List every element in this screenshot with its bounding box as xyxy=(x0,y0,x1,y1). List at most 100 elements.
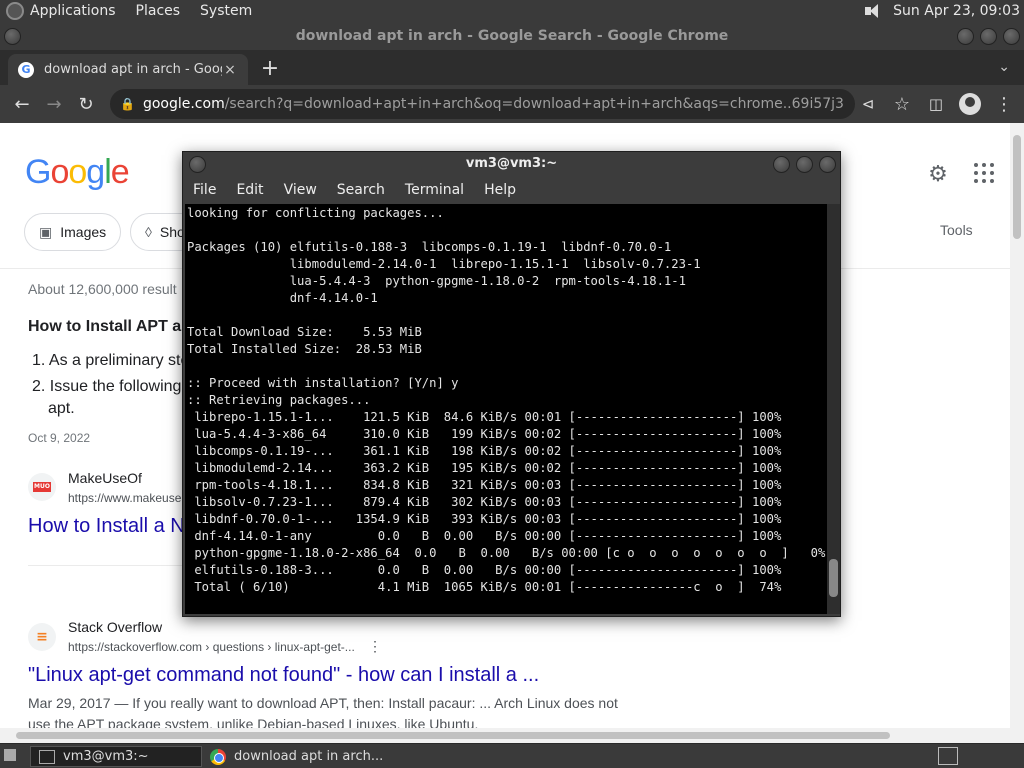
stackoverflow-favicon-icon: ≡ xyxy=(28,623,56,651)
terminal-menu-search[interactable]: Search xyxy=(327,182,395,198)
terminal-titlebar[interactable]: vm3@vm3:~ xyxy=(183,152,840,176)
bookmark-star-icon[interactable]: ☆ xyxy=(886,88,918,120)
terminal-line: librepo-1.15.1-1... 121.5 KiB 84.6 KiB/s… xyxy=(187,410,782,424)
window-menu-button[interactable] xyxy=(4,28,21,45)
terminal-scrollbar[interactable] xyxy=(827,204,840,614)
top-panel: Applications Places System Sun Apr 23, 0… xyxy=(0,0,1024,22)
featured-snippet-title: How to Install APT and xyxy=(28,318,201,335)
tab-close-icon[interactable]: × xyxy=(222,62,238,78)
terminal-line: elfutils-0.188-3... 0.0 B 0.00 B/s 00:00… xyxy=(187,563,782,577)
chrome-menu-icon[interactable]: ⋮ xyxy=(988,88,1020,120)
result-url[interactable]: https://www.makeuse xyxy=(68,491,181,505)
back-arrow-icon[interactable]: ← xyxy=(6,88,38,120)
url-host: google.com xyxy=(142,96,225,112)
terminal-line: python-gpgme-1.18.0-2-x86_64 0.0 B 0.00 … xyxy=(187,546,826,560)
chrome-window-title: download apt in arch - Google Search - G… xyxy=(295,28,729,44)
tab-google-search[interactable]: G download apt in arch - Google × xyxy=(8,54,248,85)
terminal-line: lua-5.4.4-3-x86_64 310.0 KiB 199 KiB/s 0… xyxy=(187,427,782,441)
forward-arrow-icon[interactable]: → xyxy=(38,88,70,120)
terminal-line: dnf-4.14.0-1 xyxy=(187,291,378,305)
google-favicon-icon: G xyxy=(18,61,34,78)
volume-icon[interactable] xyxy=(863,3,883,19)
terminal-app-icon xyxy=(39,749,55,764)
terminal-menu-view[interactable]: View xyxy=(274,182,327,198)
minimize-button[interactable] xyxy=(957,28,974,45)
result-title-link[interactable]: How to Install a N xyxy=(28,515,185,538)
snippet-step-1: 1. As a preliminary ste xyxy=(32,352,190,369)
result-snippet-line-1: Mar 29, 2017 — If you really want to dow… xyxy=(28,695,618,711)
taskbar-item-label: vm3@vm3:~ xyxy=(63,749,149,764)
terminal-menubar: File Edit View Search Terminal Help xyxy=(183,178,840,202)
clock[interactable]: Sun Apr 23, 09:03 xyxy=(893,3,1020,19)
side-panel-icon[interactable]: ◫ xyxy=(920,88,952,120)
terminal-line: :: Retrieving packages... xyxy=(187,393,371,407)
terminal-line: looking for conflicting packages... xyxy=(187,206,444,220)
terminal-window[interactable]: vm3@vm3:~ File Edit View Search Terminal… xyxy=(182,151,841,617)
profile-avatar-icon[interactable] xyxy=(959,93,981,115)
tab-bar: G download apt in arch - Google × + ⌄ xyxy=(0,50,1024,85)
system-menu[interactable]: System xyxy=(200,3,252,19)
terminal-menu-edit[interactable]: Edit xyxy=(226,182,273,198)
show-desktop-icon[interactable] xyxy=(4,749,16,761)
terminal-menu-help[interactable]: Help xyxy=(474,182,526,198)
terminal-menu-terminal[interactable]: Terminal xyxy=(395,182,474,198)
url-path: /search?q=download+apt+in+arch&oq=downlo… xyxy=(224,96,845,112)
address-bar[interactable]: 🔒 google.com /search?q=download+apt+in+a… xyxy=(110,89,855,119)
taskbar-item-terminal[interactable]: vm3@vm3:~ xyxy=(30,746,202,767)
terminal-maximize-button[interactable] xyxy=(796,156,813,173)
terminal-line: :: Proceed with installation? [Y/n] y xyxy=(187,376,459,390)
page-horizontal-scrollbar[interactable] xyxy=(0,728,1010,743)
terminal-title: vm3@vm3:~ xyxy=(465,156,558,171)
bottom-taskbar: vm3@vm3:~ download apt in arch... xyxy=(0,743,1024,768)
chip-label: Images xyxy=(60,224,107,240)
google-logo[interactable]: Google xyxy=(25,153,130,192)
new-tab-button[interactable]: + xyxy=(258,56,282,81)
terminal-line: libcomps-0.1.19-... 361.1 KiB 198 KiB/s … xyxy=(187,444,782,458)
terminal-line: libdnf-0.70.0-1-... 1354.9 KiB 393 KiB/s… xyxy=(187,512,782,526)
result-url[interactable]: https://stackoverflow.com › questions › … xyxy=(68,640,355,654)
browser-toolbar: ← → ↻ 🔒 google.com /search?q=download+ap… xyxy=(0,85,1024,123)
makeuseof-favicon-icon: MUO xyxy=(28,473,56,501)
terminal-line: Packages (10) elfutils-0.188-3 libcomps-… xyxy=(187,240,672,254)
terminal-minimize-button[interactable] xyxy=(773,156,790,173)
chrome-app-icon xyxy=(210,748,226,765)
terminal-line: rpm-tools-4.18.1... 834.8 KiB 321 KiB/s … xyxy=(187,478,782,492)
terminal-output[interactable]: looking for conflicting packages... Pack… xyxy=(185,204,827,614)
image-icon: ▣ xyxy=(39,223,53,240)
terminal-line: libmodulemd-2.14.0-1 librepo-1.15.1-1 li… xyxy=(187,257,701,271)
result-site-name: MakeUseOf xyxy=(68,470,142,486)
terminal-line: Total Download Size: 5.53 MiB xyxy=(187,325,422,339)
snippet-step-2: 2. Issue the following xyxy=(32,378,182,395)
maximize-button[interactable] xyxy=(980,28,997,45)
chrome-window-titlebar[interactable]: download apt in arch - Google Search - G… xyxy=(0,22,1024,50)
snippet-date: Oct 9, 2022 xyxy=(28,431,91,445)
tag-icon: ◊ xyxy=(145,224,152,240)
reload-icon[interactable]: ↻ xyxy=(70,88,102,120)
share-icon[interactable]: ⊲ xyxy=(852,88,884,120)
taskbar-item-chrome[interactable]: download apt in arch... xyxy=(202,746,392,767)
terminal-line: Total ( 6/10) 4.1 MiB 1065 KiB/s 00:01 [… xyxy=(187,580,782,594)
result-site-name: Stack Overflow xyxy=(68,619,163,635)
terminal-menu-file[interactable]: File xyxy=(183,182,226,198)
tab-search-chevron-icon[interactable]: ⌄ xyxy=(998,59,1010,75)
terminal-line: libsolv-0.7.23-1... 879.4 KiB 302 KiB/s … xyxy=(187,495,782,509)
close-button[interactable] xyxy=(1003,28,1020,45)
google-apps-icon[interactable] xyxy=(974,163,994,183)
images-filter-chip[interactable]: ▣ Images xyxy=(24,213,122,251)
places-menu[interactable]: Places xyxy=(136,3,181,19)
tools-button[interactable]: Tools xyxy=(940,222,973,238)
terminal-close-button[interactable] xyxy=(819,156,836,173)
result-stats: About 12,600,000 result xyxy=(28,281,177,297)
lock-icon[interactable]: 🔒 xyxy=(120,97,135,111)
distro-logo-icon[interactable] xyxy=(6,2,24,20)
snippet-step-2-cont: apt. xyxy=(48,400,75,417)
applications-menu[interactable]: Applications xyxy=(30,3,116,19)
workspace-switcher-icon[interactable] xyxy=(938,747,958,765)
terminal-line: Total Installed Size: 28.53 MiB xyxy=(187,342,422,356)
page-vertical-scrollbar[interactable] xyxy=(1010,123,1024,743)
settings-gear-icon[interactable]: ⚙ xyxy=(926,163,950,187)
result-title-link[interactable]: "Linux apt-get command not found" - how … xyxy=(28,664,539,687)
result-more-options-icon[interactable]: ⋮ xyxy=(368,638,382,655)
taskbar-item-label: download apt in arch... xyxy=(234,749,384,764)
